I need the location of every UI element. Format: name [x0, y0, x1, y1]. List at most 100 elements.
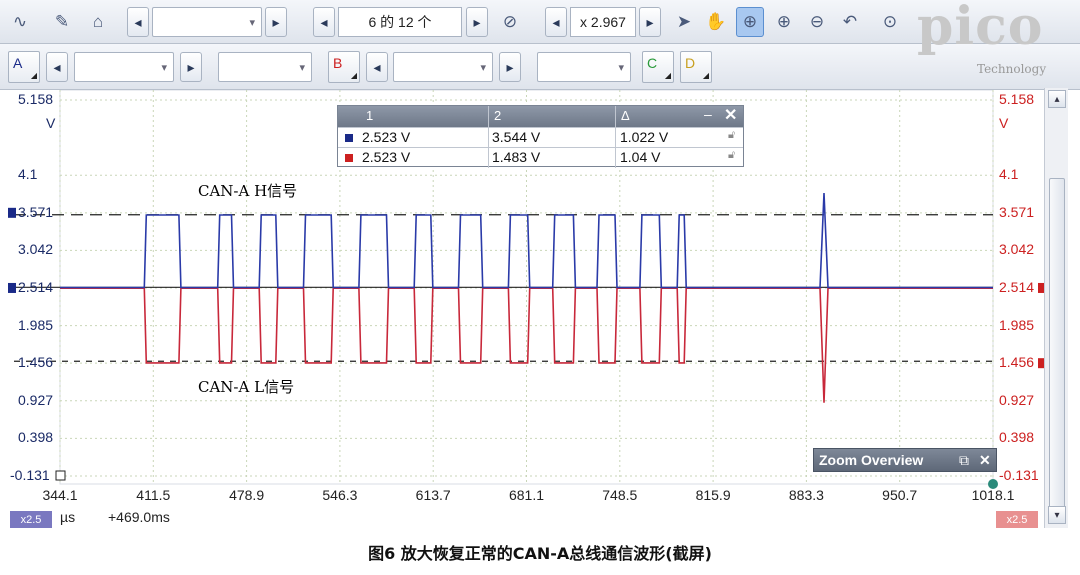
zoom-overview-panel[interactable]: Zoom Overview ⧉ ✕: [813, 448, 997, 472]
value-1: 2.523 V: [362, 129, 411, 145]
channel-d-label: D: [685, 55, 696, 71]
left-tick-label: 4.1: [18, 166, 38, 183]
chevron-icon: ◢: [702, 71, 709, 80]
arrow-left-icon: ◂: [320, 13, 328, 30]
zoom-fit-icon[interactable]: ⊙: [876, 7, 904, 37]
left-tick-label: -0.131: [10, 467, 50, 483]
measurement-table[interactable]: 1 2 Δ – ✕ 2.523 V 3.544 V 1.022 V 🔓︎ 2.5…: [337, 105, 744, 168]
left-zoom-badge[interactable]: x2.5: [10, 511, 52, 528]
scope-mode-icon[interactable]: ∿: [6, 7, 34, 37]
lock-icon[interactable]: 🔓︎: [728, 149, 735, 162]
x-tick-label: 950.7: [882, 487, 918, 503]
wand-icon[interactable]: ✎: [48, 7, 76, 37]
left-tick-label: 0.927: [18, 391, 54, 408]
right-tick-label: -0.131: [999, 467, 1039, 483]
logo-brand: pico: [917, 0, 1044, 57]
status-bar: x2.5 µs +469.0ms x2.5: [0, 507, 1080, 528]
left-tick-label: 1.456: [18, 354, 54, 371]
close-icon[interactable]: ✕: [979, 452, 991, 469]
channel-swatch: [345, 134, 353, 142]
x-tick-label: 748.5: [602, 487, 638, 503]
value-2: 1.483 V: [492, 149, 541, 165]
can-l-label: CAN-A L信号: [198, 378, 295, 396]
figure-caption: 图6 放大恢复正常的CAN-A总线通信波形(截屏): [368, 544, 712, 563]
right-tick-label: 1.456: [999, 354, 1035, 371]
right-tick-label: 4.1: [999, 166, 1019, 183]
channel-b-range-dropdown[interactable]: ▾: [393, 52, 493, 82]
capture-position: 6 的 12 个: [338, 7, 462, 37]
right-zoom-badge[interactable]: x2.5: [996, 511, 1038, 528]
right-tick-label: 1.985: [999, 316, 1035, 333]
value-delta: 1.04 V: [620, 149, 661, 165]
channel-b-label: B: [333, 55, 343, 71]
x-tick-label: 681.1: [508, 487, 545, 503]
compass-icon[interactable]: ⊘: [496, 7, 524, 37]
home-icon[interactable]: ⌂: [84, 7, 112, 37]
zoom-select-icon[interactable]: ⊕: [736, 7, 764, 37]
pointer-icon[interactable]: ➤: [670, 7, 698, 37]
vertical-scrollbar[interactable]: ▴ ▾: [1044, 88, 1068, 528]
undo-zoom-icon[interactable]: ↶: [836, 7, 864, 37]
restore-icon[interactable]: ⧉: [959, 452, 969, 469]
arrow-right-icon: ▸: [506, 58, 514, 75]
ch-a-offset-marker-high: [8, 207, 16, 218]
chevron-down-icon: ▾: [618, 61, 624, 74]
right-tick-label: 3.571: [999, 203, 1035, 220]
right-tick-label: 3.042: [999, 241, 1035, 258]
channel-a-range-down[interactable]: ◂: [46, 52, 68, 82]
zoom-out-icon[interactable]: ⊖: [803, 7, 831, 37]
x-tick-label: 546.3: [322, 487, 358, 503]
left-tick-label: 1.985: [18, 316, 54, 333]
header-col-delta: Δ: [621, 108, 630, 123]
minimize-icon[interactable]: –: [704, 106, 712, 122]
chevron-up-icon: ▴: [1054, 93, 1060, 105]
channel-a-range-up[interactable]: ▸: [180, 52, 202, 82]
channel-b-range-down[interactable]: ◂: [366, 52, 388, 82]
chevron-down-icon: ▾: [299, 61, 305, 74]
right-tick-label: 0.398: [999, 429, 1035, 446]
header-col-1: 1: [366, 108, 374, 123]
scroll-thumb[interactable]: [1049, 178, 1065, 518]
left-unit-label: V: [46, 115, 56, 131]
measurement-row: 2.523 V 3.544 V 1.022 V 🔓︎: [338, 127, 743, 148]
left-tick-label: 3.571: [18, 203, 54, 220]
zoom-out-step-button[interactable]: ◂: [545, 7, 567, 37]
channel-c-button[interactable]: C ◢: [642, 51, 674, 83]
measurement-row: 2.523 V 1.483 V 1.04 V 🔓︎: [338, 147, 743, 168]
channel-a-button[interactable]: A ◢: [8, 51, 40, 83]
chevron-icon: ◢: [350, 71, 357, 80]
close-icon[interactable]: ✕: [724, 105, 737, 125]
can-h-label: CAN-A H信号: [198, 182, 298, 200]
x-tick-label: 613.7: [415, 487, 451, 503]
channel-b-coupling-dropdown[interactable]: ▾: [537, 52, 631, 82]
channel-a-range-dropdown[interactable]: ▾: [74, 52, 174, 82]
zoom-in-step-button[interactable]: ▸: [639, 7, 661, 37]
x-tick-label: 478.9: [229, 487, 265, 503]
measurement-header: 1 2 Δ – ✕: [338, 106, 743, 127]
scroll-up-button[interactable]: ▴: [1048, 90, 1066, 108]
picoscope-window: ∿ ✎ ⌂ ◂ ▾ ▸ ◂ 6 的 12 个 ▸ ⊘ ◂ x 2.967 ▸ ➤…: [0, 0, 1080, 575]
channel-b-range-up[interactable]: ▸: [499, 52, 521, 82]
arrow-right-icon: ▸: [187, 58, 195, 75]
pico-logo: pico Technology: [905, 0, 1075, 84]
channel-a-coupling-dropdown[interactable]: ▾: [218, 52, 312, 82]
x-unit: µs: [60, 509, 76, 525]
lock-icon[interactable]: 🔓︎: [728, 129, 735, 142]
hand-icon[interactable]: ✋: [702, 7, 730, 37]
left-tick-label: 5.158: [18, 91, 54, 107]
next-timebase-button[interactable]: ▸: [265, 7, 287, 37]
arrow-right-icon: ▸: [646, 13, 654, 30]
logo-subtitle: Technology: [977, 62, 1047, 76]
zoom-in-icon[interactable]: ⊕: [770, 7, 798, 37]
channel-b-button[interactable]: B ◢: [328, 51, 360, 83]
channel-a-label: A: [13, 55, 23, 71]
timebase-dropdown[interactable]: ▾: [152, 7, 262, 37]
channel-d-button[interactable]: D ◢: [680, 51, 712, 83]
right-tick-label: 2.514: [999, 278, 1035, 295]
chevron-icon: ◢: [30, 71, 37, 80]
arrow-left-icon: ◂: [552, 13, 560, 30]
zoom-overview-title: Zoom Overview: [819, 452, 924, 468]
prev-timebase-button[interactable]: ◂: [127, 7, 149, 37]
next-capture-button[interactable]: ▸: [466, 7, 488, 37]
prev-capture-button[interactable]: ◂: [313, 7, 335, 37]
